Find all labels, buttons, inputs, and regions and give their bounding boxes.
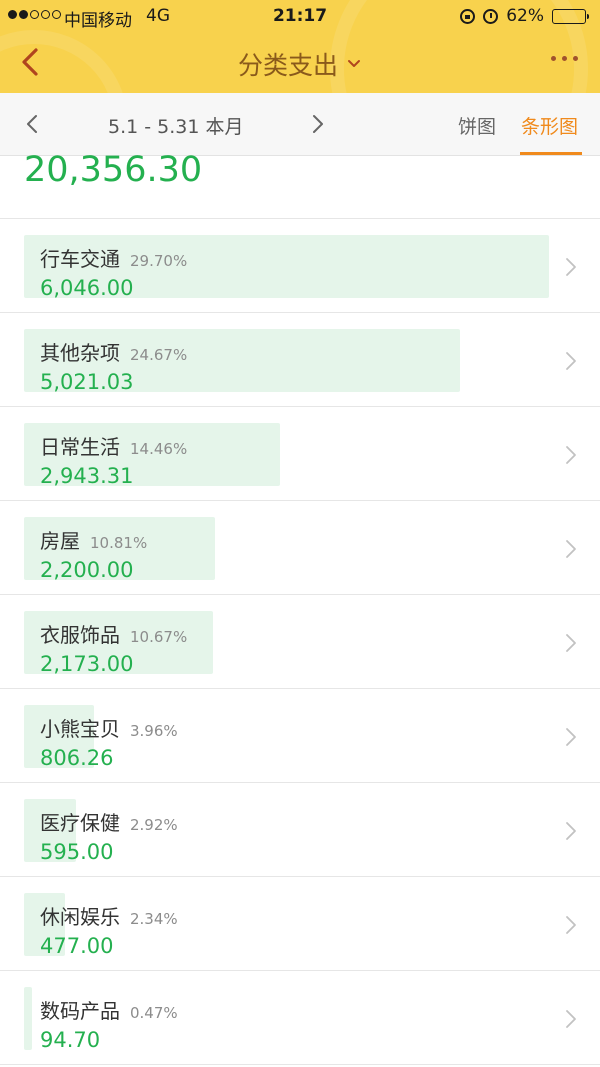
category-text: 衣服饰品 10.67% 2,173.00 [40, 619, 187, 676]
page-title-dropdown[interactable]: 分类支出 [0, 46, 600, 82]
category-amount: 2,173.00 [40, 652, 134, 676]
category-text: 休闲娱乐 2.34% 477.00 [40, 901, 178, 958]
category-amount: 2,200.00 [40, 558, 134, 582]
category-amount: 477.00 [40, 934, 114, 958]
orientation-lock-icon [460, 8, 476, 24]
category-row[interactable]: 医疗保健 2.92% 595.00 [0, 783, 600, 877]
category-row[interactable]: 其他杂项 24.67% 5,021.03 [0, 313, 600, 407]
chevron-down-icon [348, 60, 360, 67]
chevron-right-icon [566, 634, 576, 652]
chevron-right-icon [566, 540, 576, 558]
chevron-right-icon [566, 352, 576, 370]
category-title-line: 其他杂项 24.67% [40, 337, 187, 366]
status-bar: 中国移动 4G 21:17 62% [0, 0, 600, 34]
active-tab-indicator [520, 152, 582, 155]
category-percent: 24.67% [130, 346, 188, 364]
chevron-right-icon [566, 728, 576, 746]
tab-pie-chart[interactable]: 饼图 [458, 112, 496, 139]
category-title-line: 医疗保健 2.92% [40, 807, 178, 836]
category-title-line: 行车交通 29.70% [40, 243, 187, 272]
chevron-right-icon [566, 1010, 576, 1028]
category-name: 房屋 [40, 529, 80, 553]
category-title-line: 休闲娱乐 2.34% [40, 901, 178, 930]
battery-icon [552, 8, 589, 24]
category-row[interactable]: 房屋 10.81% 2,200.00 [0, 501, 600, 595]
category-text: 其他杂项 24.67% 5,021.03 [40, 337, 187, 394]
category-title-line: 房屋 10.81% [40, 525, 147, 554]
category-text: 日常生活 14.46% 2,943.31 [40, 431, 187, 488]
chevron-right-icon [566, 916, 576, 934]
category-text: 行车交通 29.70% 6,046.00 [40, 243, 187, 300]
category-amount: 5,021.03 [40, 370, 134, 394]
more-options-icon[interactable] [549, 48, 580, 69]
category-row[interactable]: 休闲娱乐 2.34% 477.00 [0, 877, 600, 971]
category-title-line: 小熊宝贝 3.96% [40, 713, 178, 742]
total-amount: 20,356.30 [24, 150, 203, 190]
chevron-right-icon [566, 258, 576, 276]
category-amount: 6,046.00 [40, 276, 134, 300]
category-row[interactable]: 行车交通 29.70% 6,046.00 [0, 219, 600, 313]
category-bar [24, 987, 33, 1050]
category-name: 衣服饰品 [40, 623, 120, 647]
category-name: 行车交通 [40, 247, 120, 271]
category-row[interactable]: 日常生活 14.46% 2,943.31 [0, 407, 600, 501]
category-list: 行车交通 29.70% 6,046.00 其他杂项 24.67% 5,021.03 日常生活… [0, 219, 600, 1065]
category-name: 小熊宝贝 [40, 717, 120, 741]
category-title-line: 衣服饰品 10.67% [40, 619, 187, 648]
next-period-icon[interactable] [308, 113, 328, 135]
category-row[interactable]: 小熊宝贝 3.96% 806.26 [0, 689, 600, 783]
category-percent: 2.34% [130, 910, 178, 928]
category-percent: 29.70% [130, 252, 188, 270]
chevron-right-icon [566, 822, 576, 840]
category-text: 医疗保健 2.92% 595.00 [40, 807, 178, 864]
category-amount: 2,943.31 [40, 464, 134, 488]
category-row[interactable]: 衣服饰品 10.67% 2,173.00 [0, 595, 600, 689]
category-amount: 94.70 [40, 1028, 101, 1052]
status-right-group: 62% [460, 6, 589, 26]
category-title-line: 日常生活 14.46% [40, 431, 187, 460]
period-toolbar: 5.1 - 5.31 本月 饼图 条形图 [0, 93, 600, 156]
category-percent: 3.96% [130, 722, 178, 740]
tab-bar-chart[interactable]: 条形图 [521, 112, 578, 139]
category-name: 日常生活 [40, 435, 120, 459]
category-percent: 0.47% [130, 1004, 178, 1022]
date-range-label[interactable]: 5.1 - 5.31 本月 [108, 112, 244, 139]
category-text: 小熊宝贝 3.96% 806.26 [40, 713, 178, 770]
previous-period-icon[interactable] [22, 113, 42, 135]
page-title: 分类支出 [237, 51, 338, 80]
battery-percent: 62% [506, 6, 544, 26]
category-name: 医疗保健 [40, 811, 120, 835]
category-percent: 2.92% [130, 816, 178, 834]
category-name: 其他杂项 [40, 341, 120, 365]
category-row[interactable]: 数码产品 0.47% 94.70 [0, 971, 600, 1065]
nav-bar: 分类支出 [0, 34, 600, 93]
alarm-icon [483, 8, 499, 24]
category-text: 数码产品 0.47% 94.70 [40, 995, 178, 1052]
category-title-line: 数码产品 0.47% [40, 995, 178, 1024]
category-name: 数码产品 [40, 999, 120, 1023]
category-text: 房屋 10.81% 2,200.00 [40, 525, 147, 582]
category-amount: 595.00 [40, 840, 114, 864]
category-percent: 14.46% [130, 440, 188, 458]
category-percent: 10.67% [130, 628, 188, 646]
chevron-right-icon [566, 446, 576, 464]
app-header: 中国移动 4G 21:17 62% 分类支出 [0, 0, 600, 93]
category-percent: 10.81% [90, 534, 148, 552]
category-amount: 806.26 [40, 746, 114, 770]
category-name: 休闲娱乐 [40, 905, 120, 929]
